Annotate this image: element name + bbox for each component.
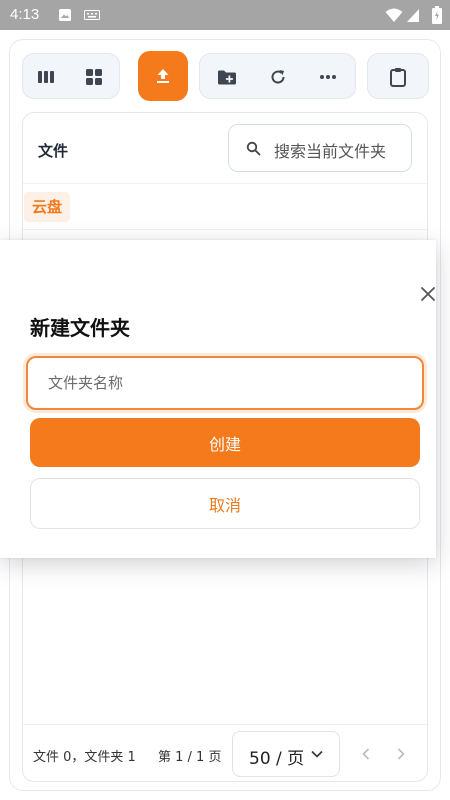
prev-page-button[interactable] [356,744,376,764]
more-icon [320,75,336,79]
header-divider [23,183,427,184]
more-button[interactable] [305,54,351,100]
close-icon[interactable] [418,284,438,304]
footer-divider [23,724,427,725]
signal-icon [407,9,419,22]
breadcrumb-divider [23,229,427,230]
columns-icon [38,71,54,83]
clipboard-group [367,53,429,99]
search-input[interactable]: 搜索当前文件夹 [228,124,412,172]
grid-view-button[interactable] [71,54,117,100]
new-folder-button[interactable] [204,54,250,100]
refresh-icon [271,70,285,84]
refresh-button[interactable] [255,54,301,100]
keyboard-notification-icon [84,10,100,20]
clipboard-icon [390,68,406,87]
upload-icon [157,69,169,83]
breadcrumb-cloud-drive[interactable]: 云盘 [24,192,71,222]
folder-name-input[interactable] [26,356,424,410]
view-toggle-group [22,53,120,99]
wifi-icon [385,8,403,22]
next-page-button[interactable] [391,744,411,764]
page-info: 第 1 / 1 页 [158,750,222,765]
upload-button[interactable] [138,51,188,101]
clipboard-button[interactable] [375,54,421,100]
search-placeholder: 搜索当前文件夹 [274,142,387,161]
status-time: 4:13 [10,6,40,23]
page-size-select[interactable]: 50 / 页 [232,731,340,777]
image-notification-icon [59,9,71,21]
item-counts: 文件 0，文件夹 1 [33,750,136,765]
chevron-down-icon [311,750,323,758]
page-size-value: 50 / 页 [249,749,305,769]
create-button[interactable]: 创建 [30,418,420,467]
column-view-button[interactable] [23,54,69,100]
cancel-button[interactable]: 取消 [30,478,420,529]
status-bar: 4:13 [0,0,450,30]
chevron-left-icon [362,748,370,760]
chevron-right-icon [397,748,405,760]
search-icon [246,141,261,156]
folder-actions-group [199,53,356,99]
grid-icon [86,69,102,85]
battery-icon [432,6,442,24]
file-column-header: 文件 [38,142,69,160]
folder-plus-icon [218,70,236,84]
dialog-title: 新建文件夹 [30,316,130,340]
